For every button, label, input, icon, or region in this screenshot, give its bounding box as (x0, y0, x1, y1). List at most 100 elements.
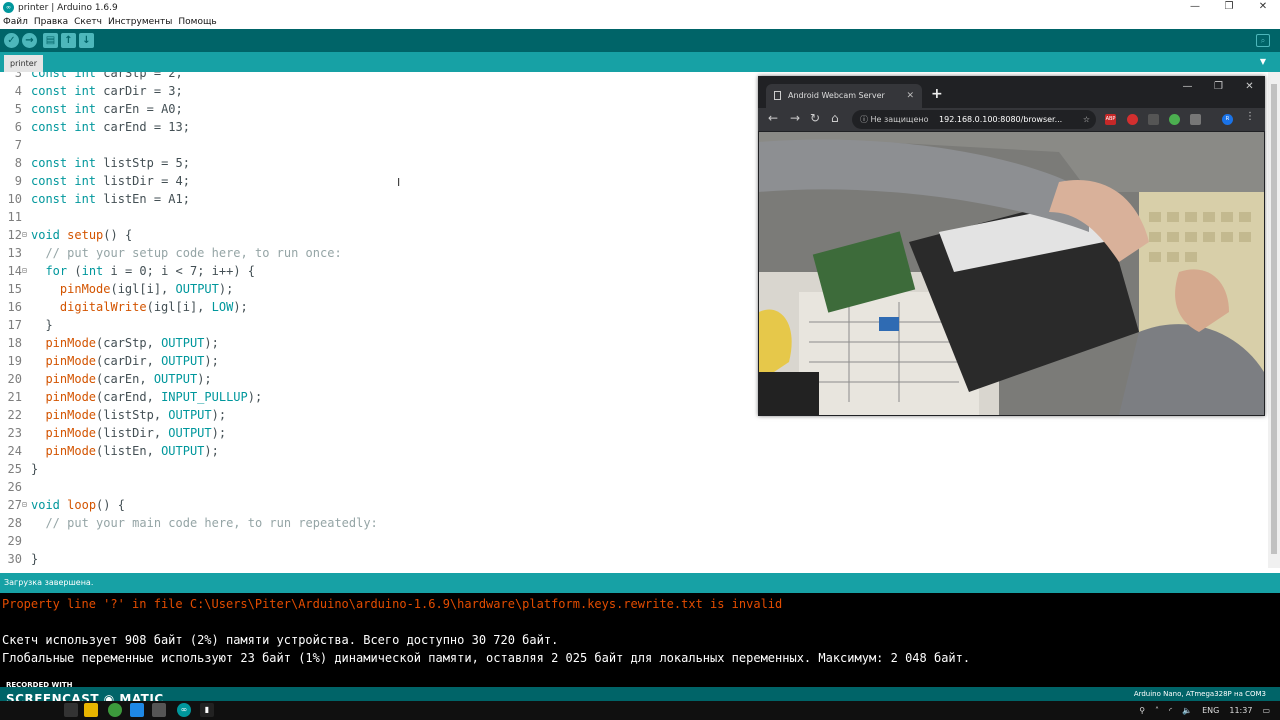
code-text: const int carDir = 3; (31, 84, 183, 98)
notifications-icon[interactable]: ▭ (1262, 706, 1270, 715)
language-indicator[interactable]: ENG (1202, 706, 1219, 715)
open-button[interactable]: ↑ (61, 33, 76, 48)
address-bar[interactable]: ⓘ Не защищено 192.168.0.100:8080/browser… (852, 110, 1096, 129)
console-taskbar-icon[interactable]: ▮ (200, 703, 214, 717)
code-text: const int carEnd = 13; (31, 120, 190, 134)
code-line[interactable]: 11 (0, 208, 760, 226)
fold-toggle-icon[interactable]: ⊟ (22, 226, 31, 244)
adblock-icon[interactable]: ABP (1105, 114, 1116, 125)
webcam-stream-image (759, 132, 1264, 415)
chrome-icon[interactable] (108, 703, 122, 717)
code-line[interactable]: 7 (0, 136, 760, 154)
arduino-taskbar-icon[interactable]: ∞ (177, 703, 191, 717)
home-icon[interactable]: ⌂ (831, 111, 839, 125)
editor-scrollbar[interactable] (1268, 72, 1280, 568)
code-line[interactable]: 3 const int carStp = 2; (0, 72, 760, 82)
code-line[interactable]: 20 pinMode(carEn, OUTPUT); (0, 370, 760, 388)
taskbar-app2-icon[interactable] (152, 703, 166, 717)
code-line[interactable]: 13 // put your setup code here, to run o… (0, 244, 760, 262)
line-number: 22 (7, 408, 22, 422)
code-line[interactable]: 4 const int carDir = 3; (0, 82, 760, 100)
code-line[interactable]: 12⊟ void setup() { (0, 226, 760, 244)
code-line[interactable]: 22 pinMode(listStp, OUTPUT); (0, 406, 760, 424)
fold-toggle-icon[interactable]: ⊟ (22, 262, 31, 280)
menu-sketch[interactable]: Скетч (74, 15, 102, 29)
code-line[interactable]: 10 const int listEn = A1; (0, 190, 760, 208)
back-icon[interactable]: ← (768, 111, 778, 125)
extension-red-icon[interactable] (1127, 114, 1138, 125)
menu-edit[interactable]: Правка (34, 15, 68, 29)
save-button[interactable]: ↓ (79, 33, 94, 48)
bookmark-star-icon[interactable]: ☆ (1083, 110, 1090, 129)
taskbar: ∞ ▮ ⚲ ˄ ◜ 🔈 ENG 11:37 ▭ (0, 701, 1280, 720)
line-number: 28 (7, 516, 22, 530)
code-text: pinMode(listEn, OUTPUT); (45, 444, 219, 458)
profile-avatar[interactable]: R (1222, 114, 1233, 125)
console-output-line: Скетч использует 908 байт (2%) памяти ус… (2, 633, 559, 647)
code-line[interactable]: 19 pinMode(carDir, OUTPUT); (0, 352, 760, 370)
code-line[interactable]: 26 (0, 478, 760, 496)
maximize-button[interactable]: ❐ (1212, 0, 1246, 14)
extension-tool-icon[interactable] (1190, 114, 1201, 125)
line-number: 11 (7, 210, 22, 224)
menu-file[interactable]: Файл (3, 15, 28, 29)
tab-printer[interactable]: printer (4, 55, 43, 72)
code-line[interactable]: 21 pinMode(carEnd, INPUT_PULLUP); (0, 388, 760, 406)
task-view-icon[interactable] (64, 703, 78, 717)
code-line[interactable]: 5 const int carEn = A0; (0, 100, 760, 118)
code-line[interactable]: 29 (0, 532, 760, 550)
upload-button[interactable]: → (22, 33, 37, 48)
code-line[interactable]: 15 pinMode(igl[i], OUTPUT); (0, 280, 760, 298)
menu-tools[interactable]: Инструменты (108, 15, 172, 29)
arduino-icon: ∞ (3, 2, 14, 13)
tray-chevron-icon[interactable]: ˄ (1155, 706, 1159, 715)
code-line[interactable]: 25} (0, 460, 760, 478)
code-line[interactable]: 6 const int carEnd = 13; (0, 118, 760, 136)
new-sketch-button[interactable]: ▤ (43, 33, 58, 48)
reload-icon[interactable]: ↻ (810, 111, 820, 125)
wifi-icon[interactable]: ◜ (1169, 706, 1172, 715)
fold-toggle-icon[interactable]: ⊟ (22, 496, 31, 514)
code-line[interactable]: 16 digitalWrite(igl[i], LOW); (0, 298, 760, 316)
line-number: 18 (7, 336, 22, 350)
code-line[interactable]: 18 pinMode(carStp, OUTPUT); (0, 334, 760, 352)
close-tab-icon[interactable]: ✕ (906, 84, 914, 108)
tab-menu-icon[interactable]: ▼ (1260, 57, 1266, 66)
console-output-line: Глобальные переменные используют 23 байт… (2, 651, 971, 665)
code-line[interactable]: 30} (0, 550, 760, 568)
menu-help[interactable]: Помощь (178, 15, 216, 29)
clock[interactable]: 11:37 (1229, 706, 1252, 715)
line-number: 8 (14, 156, 22, 170)
forward-icon[interactable]: → (790, 111, 800, 125)
code-line[interactable]: 9 const int listDir = 4; (0, 172, 760, 190)
verify-button[interactable]: ✓ (4, 33, 19, 48)
extension-grid-icon[interactable] (1148, 114, 1159, 125)
new-tab-button[interactable]: + (931, 86, 943, 102)
code-line[interactable]: 8 const int listStp = 5; (0, 154, 760, 172)
code-line[interactable]: 23 pinMode(listDir, OUTPUT); (0, 424, 760, 442)
network-icon[interactable]: ⚲ (1139, 706, 1145, 715)
volume-icon[interactable]: 🔈 (1182, 706, 1192, 715)
code-line[interactable]: 28 // put your main code here, to run re… (0, 514, 760, 532)
scrollbar-thumb[interactable] (1271, 84, 1277, 554)
file-explorer-icon[interactable] (84, 703, 98, 717)
close-button[interactable]: ✕ (1246, 0, 1280, 14)
code-line[interactable]: 17 } (0, 316, 760, 334)
code-text: // put your main code here, to run repea… (45, 516, 378, 530)
code-text: } (31, 462, 39, 476)
browser-menu-icon[interactable]: ⋮ (1245, 111, 1255, 122)
browser-tab[interactable]: Android Webcam Server ✕ (766, 84, 922, 108)
taskbar-app-icon[interactable] (130, 703, 144, 717)
security-indicator[interactable]: ⓘ Не защищено (860, 115, 929, 124)
serial-monitor-button[interactable]: ⌕ (1256, 34, 1270, 47)
extension-color-icon[interactable] (1169, 114, 1180, 125)
browser-maximize-button[interactable]: ❐ (1203, 76, 1234, 98)
browser-minimize-button[interactable]: — (1172, 76, 1203, 98)
browser-window: Android Webcam Server ✕ + — ❐ ✕ ← → ↻ ⌂ … (758, 76, 1265, 416)
line-number: 5 (14, 102, 22, 116)
code-line[interactable]: 14⊟ for (int i = 0; i < 7; i++) { (0, 262, 760, 280)
minimize-button[interactable]: — (1178, 0, 1212, 14)
browser-close-button[interactable]: ✕ (1234, 76, 1265, 98)
code-line[interactable]: 27⊟ void loop() { (0, 496, 760, 514)
code-line[interactable]: 24 pinMode(listEn, OUTPUT); (0, 442, 760, 460)
